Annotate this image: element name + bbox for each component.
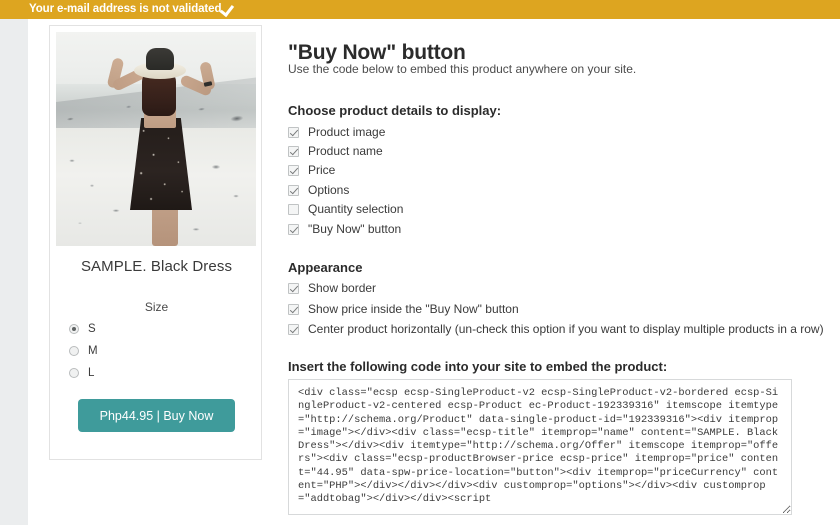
- email-validation-notice-banner: Your e-mail address is not validated: [0, 0, 840, 19]
- size-option-m[interactable]: M: [69, 345, 98, 357]
- size-option-s[interactable]: S: [69, 323, 96, 335]
- option-center-product-horizontally-label: Center product horizontally (un-check th…: [308, 322, 824, 336]
- checkbox-icon[interactable]: [288, 323, 299, 335]
- product-details-section-heading: Choose product details to display:: [288, 103, 502, 118]
- checkbox-icon[interactable]: [288, 203, 299, 215]
- embed-code-textarea[interactable]: <div class="ecsp ecsp-SingleProduct-v2 e…: [288, 379, 792, 515]
- option-options-label: Options: [308, 183, 350, 197]
- option-product-image[interactable]: Product image: [288, 125, 385, 139]
- appearance-section-heading: Appearance: [288, 260, 363, 275]
- size-option-l-label: L: [88, 367, 95, 379]
- size-option-s-label: S: [88, 323, 96, 335]
- notice-banner-label: Your e-mail address is not validated: [29, 3, 222, 15]
- checkbox-icon[interactable]: [288, 303, 299, 315]
- option-quantity-selection-label: Quantity selection: [308, 202, 404, 216]
- option-buy-now-button-label: "Buy Now" button: [308, 222, 402, 236]
- option-product-name[interactable]: Product name: [288, 144, 383, 158]
- option-show-border[interactable]: Show border: [288, 281, 376, 295]
- photo-model-hat-crown: [146, 48, 174, 70]
- product-title: SAMPLE. Black Dress: [80, 258, 233, 275]
- option-buy-now-button[interactable]: "Buy Now" button: [288, 222, 401, 236]
- product-preview-card: SAMPLE. Black Dress Size S M L Php44.95 …: [49, 25, 262, 460]
- option-product-image-label: Product image: [308, 125, 386, 139]
- size-option-label: Size: [144, 300, 169, 314]
- size-option-m-label: M: [88, 345, 98, 357]
- option-center-product-horizontally[interactable]: Center product horizontally (un-check th…: [288, 322, 824, 336]
- checkmark-icon[interactable]: [222, 3, 235, 16]
- checkbox-icon[interactable]: [288, 145, 299, 157]
- checkbox-icon[interactable]: [288, 223, 299, 235]
- option-price[interactable]: Price: [288, 163, 335, 177]
- radio-icon[interactable]: [69, 324, 79, 334]
- left-gutter-rail: [0, 19, 28, 525]
- option-quantity-selection[interactable]: Quantity selection: [288, 202, 403, 216]
- option-price-label: Price: [308, 163, 336, 177]
- option-show-border-label: Show border: [308, 281, 377, 295]
- radio-icon[interactable]: [69, 346, 79, 356]
- option-product-name-label: Product name: [308, 144, 383, 158]
- checkbox-icon[interactable]: [288, 126, 299, 138]
- checkbox-icon[interactable]: [288, 164, 299, 176]
- checkbox-icon[interactable]: [288, 282, 299, 294]
- page-subtitle: Use the code below to embed this product…: [288, 62, 637, 76]
- buy-now-button[interactable]: Php44.95 | Buy Now: [78, 399, 235, 432]
- checkbox-icon[interactable]: [288, 184, 299, 196]
- embed-code-heading: Insert the following code into your site…: [288, 359, 668, 374]
- radio-icon[interactable]: [69, 368, 79, 378]
- option-show-price-inside-button-label: Show price inside the "Buy Now" button: [308, 302, 519, 316]
- size-option-l[interactable]: L: [69, 367, 94, 379]
- option-show-price-inside-button[interactable]: Show price inside the "Buy Now" button: [288, 302, 519, 316]
- product-image: [56, 32, 256, 246]
- option-options[interactable]: Options: [288, 183, 349, 197]
